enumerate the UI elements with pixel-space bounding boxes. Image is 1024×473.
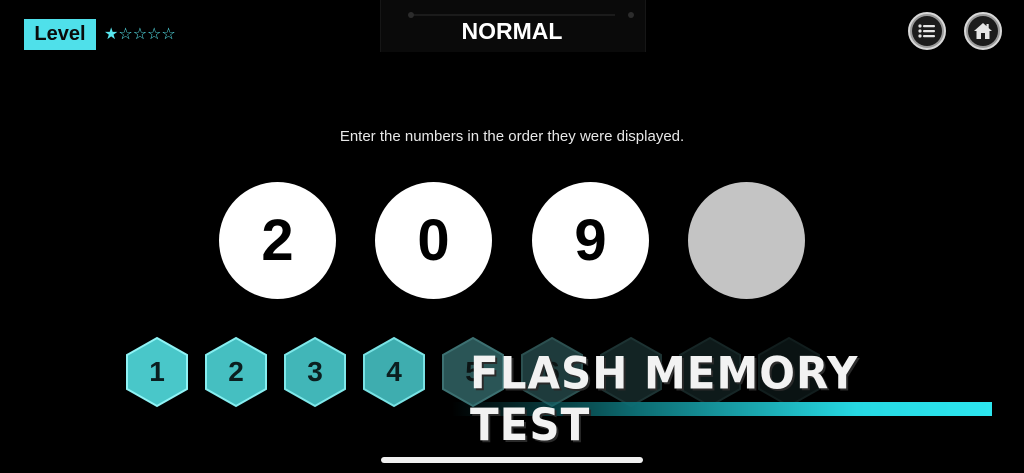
mode-title: NORMAL	[461, 18, 563, 44]
answer-row: 2 0 9	[0, 182, 1024, 300]
game-title-banner: FLASH MEMORY TEST	[452, 348, 1010, 450]
home-icon	[974, 23, 992, 39]
home-button[interactable]	[964, 12, 1002, 50]
key-button[interactable]: 1	[125, 336, 189, 408]
key-button[interactable]: 2	[204, 336, 268, 408]
key-label: 3	[307, 356, 323, 387]
level-label: Level	[34, 23, 86, 45]
key-label: 2	[228, 356, 244, 387]
key-label: 4	[386, 356, 402, 387]
key-button[interactable]: 4	[362, 336, 426, 408]
banner-title: FLASH MEMORY TEST	[470, 347, 859, 451]
instruction-text: Enter the numbers in the order they were…	[339, 128, 685, 145]
list-icon	[918, 24, 935, 38]
answer-slot: 2	[219, 182, 336, 299]
answer-slot: 9	[532, 182, 649, 299]
level-stars: ★☆☆☆☆	[104, 26, 176, 43]
home-indicator[interactable]	[381, 457, 643, 463]
key-label: 1	[149, 356, 165, 387]
answer-slot-empty	[688, 182, 805, 299]
key-button[interactable]: 3	[283, 336, 347, 408]
answer-slot: 0	[375, 182, 492, 299]
menu-button[interactable]	[908, 12, 946, 50]
level-badge: Level	[24, 19, 96, 50]
